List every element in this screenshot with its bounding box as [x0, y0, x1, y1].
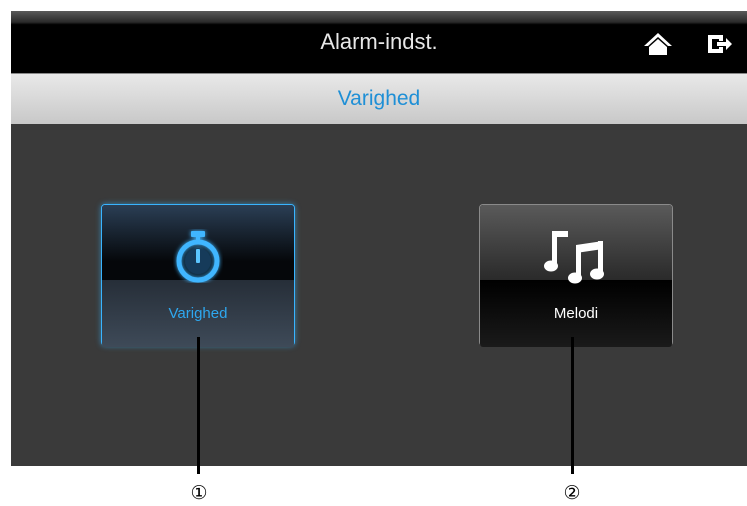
music-notes-icon: [544, 229, 608, 296]
home-button[interactable]: [636, 29, 680, 63]
sub-header: Varighed: [11, 73, 747, 124]
varighed-tile[interactable]: Varighed: [101, 204, 295, 347]
exit-button[interactable]: [697, 29, 741, 63]
callout-number-1: ①: [190, 483, 208, 504]
callout-line-2: [571, 337, 574, 474]
callout-number-2: ②: [563, 483, 581, 504]
home-icon: [643, 31, 673, 62]
melodi-tile[interactable]: Melodi: [479, 204, 673, 347]
varighed-label: Varighed: [168, 305, 228, 322]
sub-header-title: Varighed: [337, 87, 421, 110]
exit-icon: [705, 32, 733, 61]
callout-line-1: [197, 337, 200, 474]
melodi-label: Melodi: [553, 305, 599, 322]
device-screen: Alarm-indst. Varighed Varighed Melodi: [11, 11, 747, 466]
title-bar: Alarm-indst.: [11, 11, 747, 73]
stopwatch-icon: [173, 229, 223, 288]
